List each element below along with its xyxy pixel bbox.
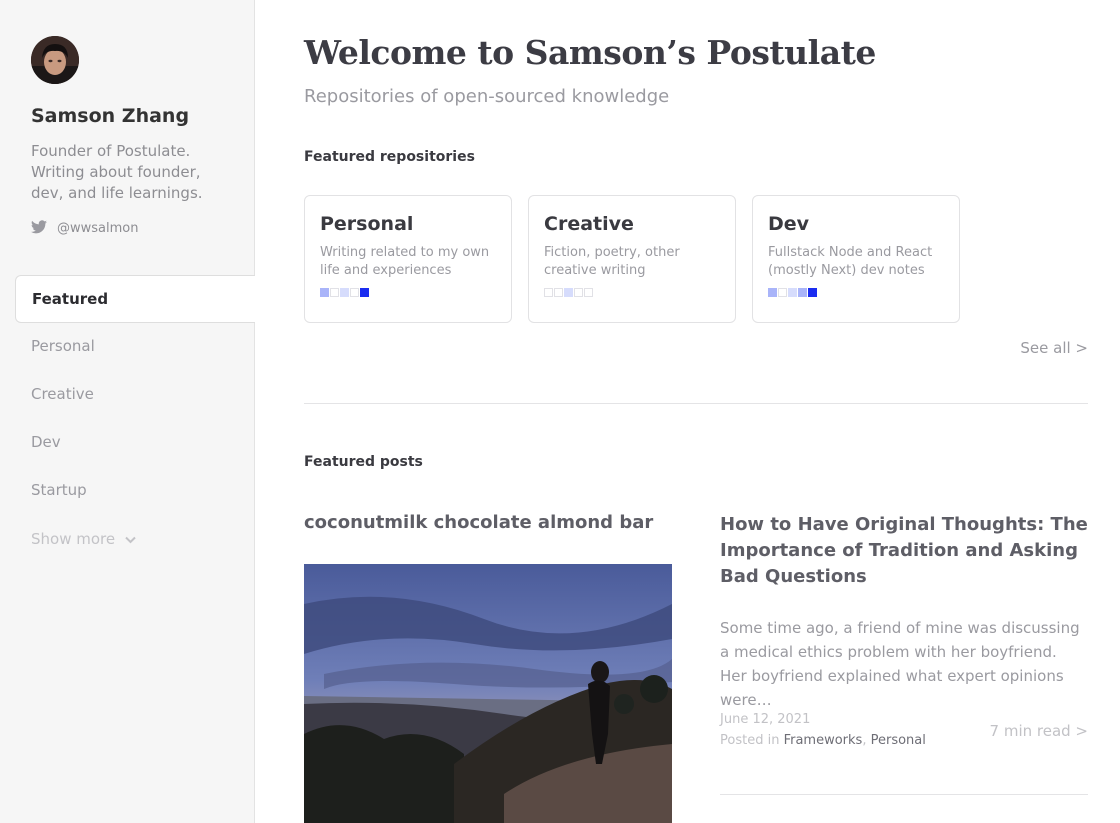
- repo-card-creative[interactable]: Creative Fiction, poetry, other creative…: [528, 195, 736, 323]
- repo-name: Creative: [544, 213, 634, 235]
- page-title: Welcome to Samson’s Postulate: [304, 33, 876, 72]
- activity-square: [808, 288, 817, 297]
- activity-squares: [320, 288, 496, 297]
- read-time-link[interactable]: 7 min read >: [990, 722, 1088, 740]
- chevron-down-icon: [125, 516, 136, 562]
- page-subtitle: Repositories of open-sourced knowledge: [304, 86, 670, 107]
- repo-description: Fullstack Node and React (mostly Next) d…: [768, 245, 933, 278]
- activity-squares: [544, 288, 720, 297]
- activity-square: [330, 288, 339, 297]
- twitter-link[interactable]: @wwsalmon: [31, 219, 138, 238]
- activity-square: [360, 288, 369, 297]
- activity-square: [544, 288, 553, 297]
- author-bio: Founder of Postulate. Writing about foun…: [31, 142, 203, 202]
- activity-square: [768, 288, 777, 297]
- post-title[interactable]: coconutmilk chocolate almond bar: [304, 512, 653, 533]
- author-name: Samson Zhang: [31, 105, 190, 127]
- sidebar-item-dev[interactable]: Dev: [15, 419, 255, 467]
- repo-name: Dev: [768, 213, 810, 235]
- activity-square: [574, 288, 583, 297]
- activity-square: [564, 288, 573, 297]
- post-date: June 12, 2021: [720, 712, 811, 727]
- tag-link[interactable]: Frameworks: [784, 733, 863, 748]
- show-more-label: Show more: [31, 530, 116, 548]
- show-more-button[interactable]: Show more: [15, 515, 255, 563]
- activity-square: [554, 288, 563, 297]
- tag-link[interactable]: Personal: [871, 733, 926, 748]
- sidebar-item-creative[interactable]: Creative: [15, 371, 255, 419]
- section-divider: [304, 403, 1088, 404]
- sidebar-item-personal[interactable]: Personal: [15, 323, 255, 371]
- activity-square: [584, 288, 593, 297]
- see-all-link[interactable]: See all >: [1020, 339, 1088, 357]
- featured-repositories-heading: Featured repositories: [304, 149, 475, 165]
- post-divider: [720, 794, 1088, 795]
- twitter-handle: @wwsalmon: [57, 221, 139, 236]
- activity-square: [350, 288, 359, 297]
- activity-square: [340, 288, 349, 297]
- repo-description: Fiction, poetry, other creative writing: [544, 245, 680, 278]
- post-excerpt: Some time ago, a friend of mine was disc…: [720, 619, 1080, 709]
- post-title[interactable]: How to Have Original Thoughts: The Impor…: [720, 512, 1090, 590]
- activity-square: [778, 288, 787, 297]
- sidebar-item-startup[interactable]: Startup: [15, 467, 255, 515]
- post-tags: Posted in Frameworks, Personal: [720, 733, 926, 748]
- sidebar-item-featured[interactable]: Featured: [15, 275, 255, 323]
- repo-name: Personal: [320, 213, 414, 235]
- repo-description: Writing related to my own life and exper…: [320, 245, 490, 278]
- post-image[interactable]: [304, 564, 672, 823]
- activity-square: [320, 288, 329, 297]
- tag-separator: ,: [862, 733, 871, 748]
- avatar[interactable]: [31, 36, 79, 84]
- posted-in-label: Posted in: [720, 733, 780, 748]
- repo-card-dev[interactable]: Dev Fullstack Node and React (mostly Nex…: [752, 195, 960, 323]
- sidebar-nav: Featured Personal Creative Dev Startup S…: [15, 275, 255, 563]
- activity-squares: [768, 288, 944, 297]
- twitter-icon: [31, 219, 47, 238]
- activity-square: [798, 288, 807, 297]
- activity-square: [788, 288, 797, 297]
- sidebar: Samson Zhang Founder of Postulate. Writi…: [0, 0, 255, 823]
- featured-posts-heading: Featured posts: [304, 454, 423, 470]
- repo-card-personal[interactable]: Personal Writing related to my own life …: [304, 195, 512, 323]
